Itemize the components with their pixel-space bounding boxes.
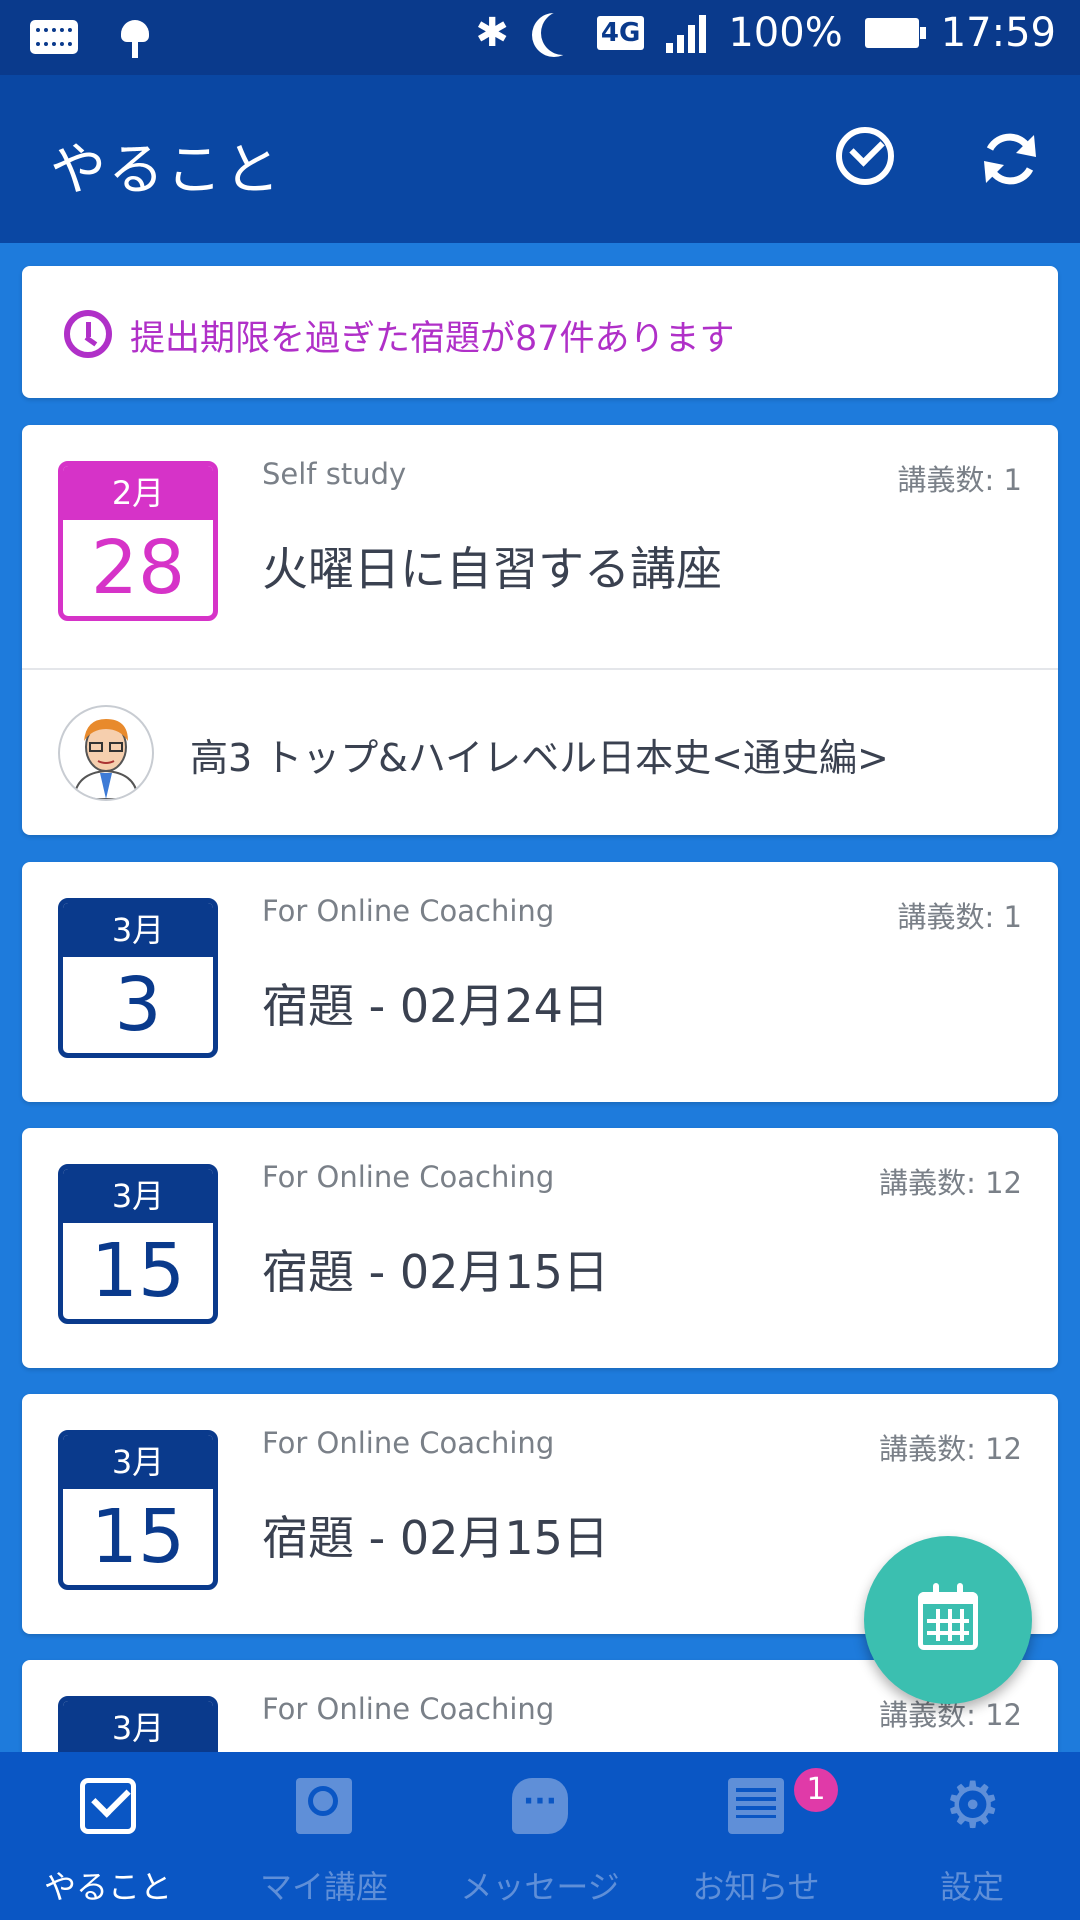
book-icon (296, 1778, 352, 1834)
date-day: 28 (90, 525, 186, 611)
signal-icon (666, 13, 707, 53)
tab-messages[interactable]: メッセージ (432, 1752, 648, 1920)
date-badge: 3月 15 (58, 1430, 218, 1590)
tab-label: 設定 (939, 1868, 1004, 1906)
lecture-count: 講義数: 1 (897, 900, 1022, 934)
battery-percent: 100% (728, 10, 843, 56)
android-icon (118, 14, 152, 60)
chat-icon (512, 1778, 568, 1834)
date-month: 3月 (63, 1435, 213, 1489)
date-month: 3月 (63, 1701, 213, 1752)
check-square-icon (80, 1778, 136, 1834)
refresh-icon (984, 133, 1036, 185)
network-type: 4G (596, 16, 645, 50)
task-card[interactable]: 2月 28 Self study 講義数: 1 火曜日に自習する講座 高3 トッ… (22, 425, 1058, 835)
tab-todo[interactable]: やること (0, 1752, 216, 1920)
page-title: やること (50, 138, 282, 203)
calendar-icon (918, 1583, 978, 1650)
date-month: 2月 (63, 466, 213, 520)
battery-icon (864, 18, 926, 48)
tab-label: マイ講座 (259, 1868, 388, 1906)
task-category: For Online Coaching (262, 1160, 555, 1194)
course-name: 高3 トップ&ハイレベル日本史<通史編> (190, 736, 889, 780)
task-category: For Online Coaching (262, 1692, 555, 1726)
tab-label: やること (43, 1868, 172, 1906)
lecture-count: 講義数: 1 (897, 463, 1022, 497)
date-badge: 3月 (58, 1696, 218, 1752)
mark-done-button[interactable] (836, 127, 894, 185)
news-icon (728, 1778, 784, 1834)
lecture-count: 講義数: 12 (879, 1432, 1022, 1466)
date-badge: 3月 3 (58, 898, 218, 1058)
keyboard-icon (30, 20, 78, 54)
date-badge: 3月 15 (58, 1164, 218, 1324)
do-not-disturb-icon (541, 11, 585, 55)
tab-label: メッセージ (460, 1868, 620, 1906)
date-day: 15 (90, 1494, 186, 1580)
app-bar: やること (0, 75, 1080, 243)
refresh-button[interactable] (978, 127, 1042, 191)
tab-settings[interactable]: ⚙ 設定 (864, 1752, 1080, 1920)
date-day: 15 (90, 1228, 186, 1314)
task-card[interactable]: 3月 15 For Online Coaching 講義数: 12 宿題 - 0… (22, 1128, 1058, 1368)
avatar (58, 705, 154, 801)
task-category: For Online Coaching (262, 1426, 555, 1460)
bottom-navigation: やること マイ講座 メッセージ 1 お知らせ ⚙ 設定 (0, 1752, 1080, 1920)
divider (22, 668, 1058, 670)
tab-notices[interactable]: 1 お知らせ (648, 1752, 864, 1920)
task-title: 宿題 - 02月24日 (262, 979, 609, 1033)
date-month: 3月 (63, 903, 213, 957)
overdue-alert[interactable]: 提出期限を過ぎた宿題が87件あります (22, 266, 1058, 398)
calendar-button[interactable] (864, 1536, 1032, 1704)
task-card[interactable]: 3月 3 For Online Coaching 講義数: 1 宿題 - 02月… (22, 862, 1058, 1102)
task-title: 宿題 - 02月15日 (262, 1511, 609, 1565)
overdue-alert-text: 提出期限を過ぎた宿題が87件あります (130, 319, 735, 359)
date-badge: 2月 28 (58, 461, 218, 621)
clock: 17:59 (940, 10, 1056, 56)
date-day: 3 (114, 962, 162, 1048)
tab-my-courses[interactable]: マイ講座 (216, 1752, 432, 1920)
notification-badge: 1 (794, 1768, 838, 1812)
task-category: Self study (262, 457, 407, 491)
task-title: 宿題 - 02月15日 (262, 1245, 609, 1299)
status-bar: ✱ 4G 100% 17:59 (0, 0, 1080, 75)
gear-icon: ⚙ (944, 1769, 1002, 1843)
date-month: 3月 (63, 1169, 213, 1223)
tab-label: お知らせ (692, 1868, 820, 1906)
bluetooth-icon: ✱ (475, 10, 509, 56)
clock-icon (64, 310, 112, 358)
task-title: 火曜日に自習する講座 (262, 542, 722, 596)
task-category: For Online Coaching (262, 894, 555, 928)
lecture-count: 講義数: 12 (879, 1166, 1022, 1200)
